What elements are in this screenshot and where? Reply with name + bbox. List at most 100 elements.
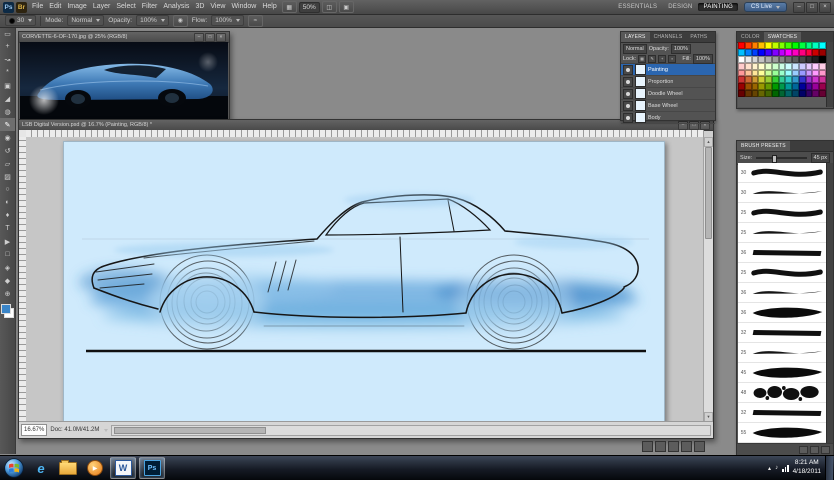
color-swatch[interactable] <box>792 62 799 70</box>
layer-row[interactable]: Painting <box>621 64 715 76</box>
color-swatch[interactable] <box>751 83 759 91</box>
view-extras-icon[interactable]: ▦ <box>281 1 297 13</box>
swatches-scrollbar[interactable] <box>826 42 833 107</box>
brush-preset-row[interactable]: 36 <box>738 303 826 323</box>
preset-manager-icon[interactable] <box>799 445 808 454</box>
arrange-documents-icon[interactable]: ◫ <box>321 1 337 13</box>
layer-row[interactable]: Base Wheel <box>621 100 715 112</box>
color-swatch[interactable] <box>812 62 819 70</box>
mini-icon-4[interactable] <box>681 441 692 452</box>
color-swatch[interactable] <box>744 48 752 56</box>
color-swatch[interactable] <box>758 55 765 63</box>
tab-color[interactable]: COLOR <box>737 32 764 42</box>
tool-path-selection[interactable]: ▶ <box>0 235 15 248</box>
color-swatch[interactable] <box>785 76 792 84</box>
menu-edit[interactable]: Edit <box>46 0 64 14</box>
color-swatch[interactable] <box>792 48 799 56</box>
start-button[interactable] <box>2 458 26 478</box>
brush-preset-row[interactable]: 25 <box>738 203 826 223</box>
tool-gradient[interactable]: ▨ <box>0 170 15 183</box>
color-swatch[interactable] <box>778 76 786 84</box>
brush-size-slider[interactable] <box>756 155 807 163</box>
blend-mode-select[interactable]: Normal <box>623 43 647 54</box>
layer-row[interactable]: Body <box>621 112 715 124</box>
color-swatch[interactable] <box>751 90 759 98</box>
network-icon[interactable] <box>782 464 789 472</box>
mini-icon-5[interactable] <box>694 441 705 452</box>
visibility-eye-icon[interactable] <box>623 112 633 123</box>
color-swatch[interactable] <box>785 55 792 63</box>
color-swatch[interactable] <box>785 48 792 56</box>
color-swatch[interactable] <box>819 42 826 49</box>
vertical-scrollbar[interactable]: ▲ ▼ <box>703 137 713 422</box>
layer-row[interactable]: Proportion <box>621 76 715 88</box>
brush-preset-row[interactable]: 36 <box>738 283 826 303</box>
photoshop-logo-icon[interactable]: Ps <box>3 1 14 13</box>
color-swatch[interactable] <box>738 90 745 98</box>
brush-preset-row[interactable]: 25 <box>738 343 826 363</box>
menu-analysis[interactable]: Analysis <box>160 0 192 14</box>
color-swatch[interactable] <box>778 55 786 63</box>
horizontal-scrollbar[interactable] <box>111 424 711 436</box>
workspace-essentials[interactable]: ESSENTIALS <box>613 3 662 11</box>
mini-icon-2[interactable] <box>655 441 666 452</box>
color-swatch[interactable] <box>805 69 813 77</box>
color-swatch[interactable] <box>819 83 826 91</box>
color-swatch[interactable] <box>751 55 759 63</box>
color-swatch[interactable] <box>765 83 772 91</box>
menu-file[interactable]: File <box>29 0 46 14</box>
color-swatch[interactable] <box>771 62 779 70</box>
color-swatch[interactable] <box>778 69 786 77</box>
color-swatch[interactable] <box>771 55 779 63</box>
mode-select[interactable]: Normal <box>67 15 105 26</box>
color-swatch[interactable] <box>758 76 765 84</box>
color-swatch[interactable] <box>738 55 745 63</box>
brush-preset-row[interactable]: 55 <box>738 423 826 443</box>
color-swatch[interactable] <box>744 90 752 98</box>
color-swatch[interactable] <box>798 69 806 77</box>
color-swatch[interactable] <box>738 42 745 49</box>
taskbar-word[interactable]: W <box>110 457 136 479</box>
color-swatch[interactable] <box>771 83 779 91</box>
tab-brush-presets[interactable]: BRUSH PRESETS <box>737 141 790 151</box>
tool-eyedropper[interactable]: ◢ <box>0 92 15 105</box>
color-swatch[interactable] <box>805 83 813 91</box>
color-swatch[interactable] <box>778 48 786 56</box>
tool-quick-selection[interactable]: * <box>0 66 15 79</box>
brush-preset-row[interactable]: 45 <box>738 363 826 383</box>
layer-opacity-field[interactable]: 100% <box>670 43 691 54</box>
lock-transparency-icon[interactable]: ▦ <box>638 54 647 63</box>
tool-dodge[interactable]: ◐ <box>0 196 15 209</box>
main-document-window[interactable]: LSB Digital Version.psd @ 16.7% (Paintin… <box>18 119 714 439</box>
color-swatch[interactable] <box>785 42 792 49</box>
taskbar-photoshop[interactable]: Ps <box>139 457 165 479</box>
lock-pixels-icon[interactable]: ✎ <box>648 54 657 63</box>
menu-image[interactable]: Image <box>64 0 89 14</box>
color-swatch[interactable] <box>798 76 806 84</box>
color-swatch[interactable] <box>738 62 745 70</box>
color-swatch[interactable] <box>805 62 813 70</box>
color-swatch[interactable] <box>805 42 813 49</box>
color-swatch[interactable] <box>758 83 765 91</box>
color-swatch[interactable] <box>738 83 745 91</box>
color-swatch[interactable] <box>738 76 745 84</box>
color-swatch[interactable] <box>778 42 786 49</box>
tool-rectangular-marquee[interactable]: ▭ <box>0 27 15 40</box>
color-swatch[interactable] <box>744 69 752 77</box>
brush-size-field[interactable]: 45 px <box>810 153 830 163</box>
color-swatch[interactable] <box>812 83 819 91</box>
color-swatch[interactable] <box>744 83 752 91</box>
brush-preset-row[interactable]: 25 <box>738 263 826 283</box>
horizontal-scroll-thumb[interactable] <box>114 426 267 434</box>
tool-brush[interactable]: ✎ <box>0 118 15 131</box>
mini-icon-1[interactable] <box>642 441 653 452</box>
color-swatch[interactable] <box>771 69 779 77</box>
tab-layers[interactable]: LAYERS <box>621 32 650 42</box>
reference-document-window[interactable]: CORVETTE-6-OF-170.jpg @ 25% (RGB/8) – □ … <box>18 31 230 121</box>
hidden-icons-chevron[interactable]: ▴ <box>768 465 771 472</box>
taskbar-clock[interactable]: 8:21 AM 4/18/2011 <box>793 459 821 477</box>
color-swatch[interactable] <box>744 62 752 70</box>
color-swatch[interactable] <box>785 69 792 77</box>
document-canvas[interactable] <box>63 141 665 422</box>
tab-channels[interactable]: CHANNELS <box>650 32 687 42</box>
